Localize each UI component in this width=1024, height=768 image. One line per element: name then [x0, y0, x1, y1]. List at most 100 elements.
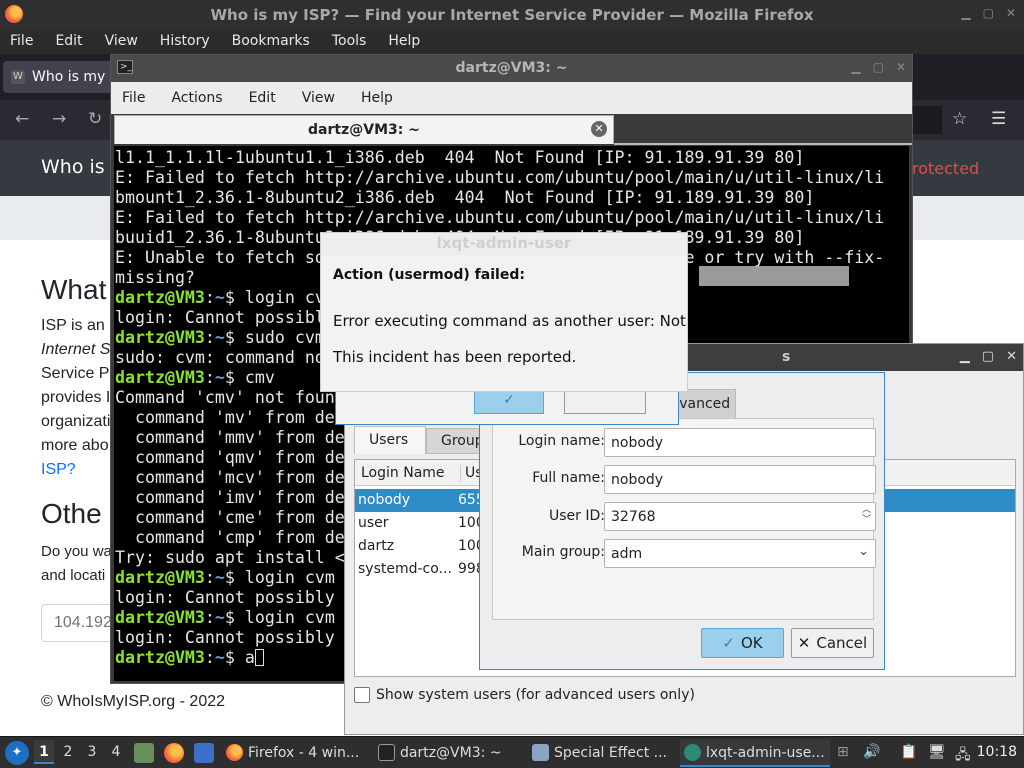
tab-users[interactable]: Users	[354, 426, 426, 454]
taskbar: ✦ 1 2 3 4 Firefox - 4 win... dartz@VM3: …	[0, 736, 1024, 768]
file-manager-icon[interactable]	[134, 743, 154, 763]
back-arrow-icon[interactable]: ←	[15, 109, 29, 129]
task-label: lxqt-admin-use...	[706, 745, 825, 761]
task-special-effect[interactable]: Special Effect ...	[528, 739, 676, 767]
firefox-icon	[226, 744, 243, 761]
site-link-isp[interactable]: ISP?	[41, 461, 76, 479]
site-para-line: more abo	[41, 437, 109, 454]
minimize-icon[interactable]: ▁	[851, 60, 860, 74]
full-name-field[interactable]: nobody	[604, 465, 876, 494]
column-login-name[interactable]: Login Name	[361, 465, 445, 481]
volume-icon[interactable]: 🔊	[863, 744, 880, 760]
prompt-path: ~	[214, 368, 225, 387]
terminal-menu-file[interactable]: File	[122, 82, 145, 114]
firefox-window-title: Who is my ISP? — Find your Internet Serv…	[210, 6, 814, 24]
check-icon: ✓	[722, 634, 735, 652]
terminal-menubar: File Actions Edit View Help	[111, 82, 912, 114]
error-message-reported: This incident has been reported.	[333, 348, 577, 366]
minimize-icon[interactable]: ▁	[960, 349, 970, 364]
network-icon[interactable]: 🖧	[955, 744, 971, 768]
row-login: dartz	[358, 538, 395, 554]
cancel-button[interactable]: ✕ Cancel	[791, 628, 874, 658]
error-ok-button[interactable]: ✓	[474, 390, 544, 414]
admin-user-window-title: s	[782, 349, 791, 365]
show-desktop-icon[interactable]	[194, 743, 214, 763]
ok-button[interactable]: ✓ OK	[701, 628, 784, 658]
desktop-switch-2[interactable]: 2	[58, 744, 78, 760]
close-icon[interactable]: ✕	[896, 60, 906, 74]
tab-groups[interactable]: Group	[426, 428, 486, 454]
terminal-tab[interactable]: dartz@VM3: ~ ✕	[114, 115, 614, 144]
maximize-icon[interactable]: ▢	[873, 60, 884, 74]
firefox-titlebar: Who is my ISP? — Find your Internet Serv…	[0, 0, 1024, 30]
admin-user-icon	[684, 744, 701, 761]
terminal-menu-edit[interactable]: Edit	[249, 82, 276, 114]
maximize-icon[interactable]: ▢	[983, 6, 994, 20]
cancel-x-icon: ✕	[797, 634, 811, 652]
maximize-icon[interactable]: ▢	[982, 349, 994, 364]
prompt-path: ~	[214, 328, 225, 347]
chevron-down-icon: ⌄	[858, 544, 869, 559]
terminal-menu-actions[interactable]: Actions	[171, 82, 222, 114]
error-message: Error executing command as another user:…	[333, 312, 687, 330]
start-menu-icon[interactable]: ✦	[5, 741, 29, 765]
menu-tools[interactable]: Tools	[332, 30, 378, 54]
error-button-bar: ✓	[335, 390, 679, 425]
login-name-label: Login name:	[518, 433, 605, 449]
desktop-switch-1[interactable]: 1	[34, 740, 54, 764]
menu-file[interactable]: File	[10, 30, 44, 54]
menu-view[interactable]: View	[105, 30, 149, 54]
ip-address-input[interactable]: 104.192	[41, 604, 121, 642]
firefox-launcher-icon[interactable]	[164, 743, 184, 763]
url-bar[interactable]	[912, 106, 942, 134]
minimize-icon[interactable]: ▁	[961, 6, 970, 20]
forward-arrow-icon[interactable]: →	[52, 109, 66, 129]
close-tab-icon[interactable]: ✕	[591, 121, 607, 137]
checkbox-box[interactable]	[354, 687, 370, 703]
hamburger-menu-icon[interactable]: ☰	[991, 109, 1006, 129]
terminal-menu-view[interactable]: View	[302, 82, 335, 114]
clipboard-icon[interactable]: 📋	[900, 744, 917, 760]
prompt-user: dartz@VM3	[115, 648, 205, 667]
prompt-user: dartz@VM3	[115, 608, 205, 627]
menu-help[interactable]: Help	[388, 30, 431, 54]
task-firefox[interactable]: Firefox - 4 win...	[222, 739, 370, 767]
terminal-line: l1.1_1.1.1l-1ubuntu1.1_i386.deb 404 Not …	[115, 148, 805, 167]
firefox-window-controls: ▁ ▢ ✕	[961, 6, 1016, 20]
terminal-menu-help[interactable]: Help	[361, 82, 393, 114]
task-label: Special Effect ...	[554, 745, 667, 761]
login-name-field[interactable]: nobody	[604, 428, 876, 457]
display-icon[interactable]: 🖥	[928, 744, 946, 760]
error-secondary-button[interactable]	[564, 390, 646, 414]
site-para-line: Service P	[41, 365, 110, 382]
site-brand[interactable]: Who is r	[41, 156, 119, 178]
terminal-window-title: dartz@VM3: ~	[455, 60, 568, 76]
task-terminal[interactable]: dartz@VM3: ~	[374, 739, 524, 767]
window-icon	[532, 744, 549, 761]
tray-separator-icon: ⊞	[837, 744, 849, 760]
protection-status: rotected	[912, 159, 980, 178]
menu-edit[interactable]: Edit	[55, 30, 93, 54]
reload-icon[interactable]: ↻	[88, 109, 102, 129]
prompt-user: dartz@VM3	[115, 288, 205, 307]
prompt-user: dartz@VM3	[115, 328, 205, 347]
terminal-icon	[378, 744, 395, 761]
user-id-spinbox[interactable]: 32768 ︿ ﹀	[604, 502, 876, 531]
task-admin-user[interactable]: lxqt-admin-use...	[680, 739, 830, 767]
menu-history[interactable]: History	[160, 30, 221, 54]
task-label: Firefox - 4 win...	[248, 745, 360, 761]
desktop-switch-4[interactable]: 4	[106, 744, 126, 760]
user-properties-panel: Login name: nobody Full name: nobody Use…	[492, 418, 876, 620]
site-heading-what: What	[41, 274, 107, 305]
menu-bookmarks[interactable]: Bookmarks	[232, 30, 321, 54]
bookmark-star-icon[interactable]: ☆	[952, 109, 967, 129]
desktop-switch-3[interactable]: 3	[82, 744, 102, 760]
browser-tab[interactable]: W Who is my I	[3, 61, 114, 93]
close-icon[interactable]: ✕	[1006, 6, 1016, 20]
close-icon[interactable]: ✕	[1006, 349, 1017, 364]
site-para-line: organizati	[41, 413, 111, 430]
show-system-users-checkbox[interactable]: Show system users (for advanced users on…	[354, 687, 695, 703]
main-group-select[interactable]: adm ⌄	[604, 539, 876, 568]
spin-arrows-icon[interactable]: ︿ ﹀	[862, 505, 871, 525]
terminal-cursor	[254, 649, 264, 666]
